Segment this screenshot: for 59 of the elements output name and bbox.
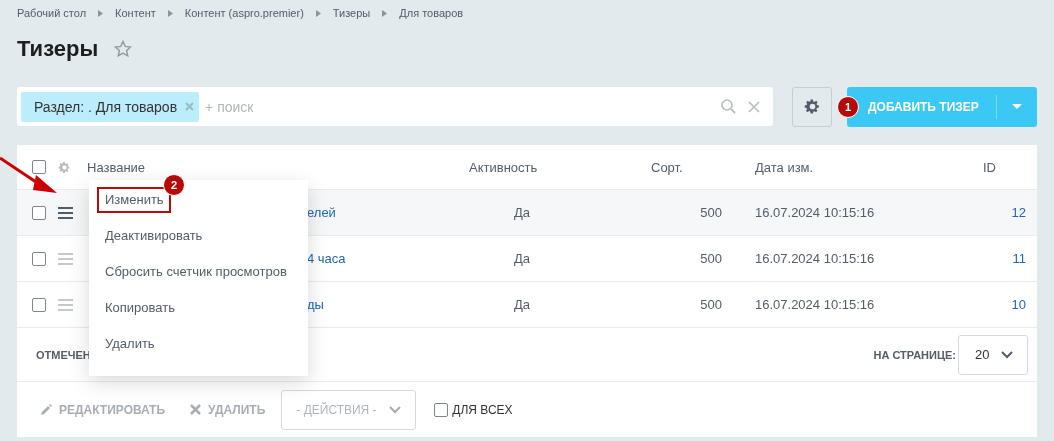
breadcrumb-arrow-icon — [315, 9, 321, 17]
column-header[interactable]: Активность — [469, 159, 579, 175]
for-all-checkbox[interactable] — [434, 402, 449, 417]
settings-button[interactable] — [792, 86, 832, 127]
table-cell-text: Да — [513, 297, 532, 312]
search-input[interactable]: + поиск — [199, 97, 722, 116]
breadcrumb-arrow-icon — [167, 9, 173, 17]
select-all-checkbox[interactable] — [32, 160, 46, 174]
remove-icon[interactable] — [185, 102, 195, 111]
menu-item[interactable]: Сбросить счетчик просмотров — [97, 259, 294, 285]
column-header[interactable]: Дата изм. — [755, 159, 966, 175]
table-cell-text: 500 — [699, 251, 722, 266]
breadcrumb-link[interactable]: Контент (aspro.premier) — [184, 7, 304, 19]
table-cell-text: Да — [513, 251, 532, 266]
close-icon[interactable] — [748, 100, 761, 113]
annotation-badge: 2 — [163, 174, 185, 196]
per-page-label: НА СТРАНИЦЕ: — [873, 348, 956, 361]
row-checkbox[interactable] — [32, 205, 46, 220]
table-cell-text: Да — [513, 205, 532, 220]
annotation-badge: 1 — [837, 95, 859, 118]
chevron-icon — [1001, 350, 1013, 359]
id-link[interactable]: 11 — [1012, 251, 1026, 266]
breadcrumb-link[interactable]: Для товаров — [399, 7, 464, 19]
row-checkbox[interactable] — [32, 297, 46, 312]
page-title: Тизеры — [17, 36, 99, 62]
teaser-name-link[interactable]: елей — [307, 205, 336, 220]
table-cell-text: 500 — [699, 205, 722, 220]
dropdown-caret-icon[interactable] — [1012, 104, 1022, 109]
menu-icon[interactable] — [58, 206, 73, 219]
chevron-icon — [389, 405, 402, 414]
menu-item[interactable]: Копировать — [97, 295, 182, 321]
star-icon[interactable] — [114, 40, 133, 58]
breadcrumb-arrow-icon — [98, 9, 104, 17]
column-header[interactable]: Название — [87, 159, 469, 175]
row-checkbox[interactable] — [32, 251, 46, 266]
table-cell-text: 16.07.2024 10:15:16 — [755, 251, 876, 266]
id-link[interactable]: 12 — [1011, 205, 1026, 220]
breadcrumb-link[interactable]: Контент — [115, 7, 156, 19]
teaser-name-link[interactable]: 4 часа — [307, 251, 346, 266]
search-field[interactable]: Раздел: . Для товаров + поиск — [17, 87, 774, 126]
selected-count-label: ОТМЕЧЕН — [36, 348, 91, 361]
settings-icon[interactable] — [58, 160, 71, 174]
breadcrumb-link[interactable]: Рабочий стол — [17, 7, 87, 19]
settings-icon — [803, 98, 821, 115]
cross-icon — [190, 404, 202, 415]
breadcrumb-link[interactable]: Тизеры — [332, 7, 371, 19]
column-header[interactable]: ID — [966, 159, 1026, 175]
search-icon[interactable] — [721, 99, 737, 114]
table-cell-text: 500 — [699, 297, 722, 312]
pencil-icon — [41, 404, 52, 415]
for-all-label: ДЛЯ ВСЕХ — [452, 402, 513, 417]
table-cell-text: 16.07.2024 10:15:16 — [755, 205, 876, 220]
column-header[interactable]: Сорт. — [579, 159, 722, 175]
breadcrumb-arrow-icon — [382, 9, 388, 17]
per-page-select[interactable]: 20 — [958, 334, 1028, 375]
menu-item[interactable]: Удалить — [97, 331, 162, 357]
table-cell-text: 16.07.2024 10:15:16 — [755, 297, 876, 312]
id-link[interactable]: 10 — [1011, 297, 1026, 312]
filter-tag-label: Раздел: . Для товаров — [34, 98, 178, 115]
